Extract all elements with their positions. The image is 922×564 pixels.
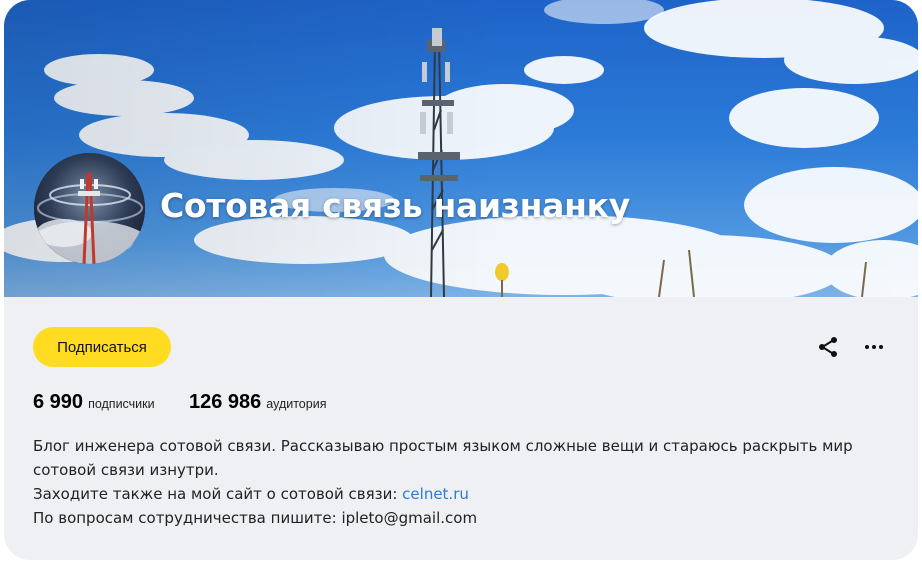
description-line-intro: Блог инженера сотовой связи. Рассказываю…: [33, 437, 853, 479]
audience-label: аудитория: [266, 397, 327, 411]
subscribe-button[interactable]: Подписаться: [33, 327, 171, 367]
audience-count: 126 986: [189, 391, 262, 413]
channel-avatar[interactable]: [34, 153, 145, 264]
more-icon: [865, 345, 883, 349]
description-line-contact: По вопросам сотрудничества пишите: iplet…: [33, 509, 478, 527]
audience-stat: 126 986 аудитория: [189, 391, 326, 414]
channel-cover-image: Сотовая связь наизнанку: [4, 0, 918, 297]
site-text: Заходите также на мой сайт о сотовой свя…: [33, 485, 403, 503]
subscribers-label: подписчики: [88, 397, 155, 411]
channel-title: Сотовая связь наизнанку: [160, 186, 630, 225]
subscribers-count: 6 990: [33, 391, 84, 413]
channel-card: Сотовая связь наизнанку Подписаться 6 99…: [4, 0, 918, 560]
description-line-site: Заходите также на мой сайт о сотовой свя…: [33, 482, 893, 506]
share-icon: [819, 337, 837, 357]
share-button[interactable]: [814, 333, 842, 361]
channel-description: Блог инженера сотовой связи. Рассказываю…: [33, 434, 893, 530]
site-link[interactable]: celnet.ru: [402, 485, 469, 503]
subscribers-stat: 6 990 подписчики: [33, 391, 155, 414]
tower-avatar-icon: [34, 153, 145, 264]
more-button[interactable]: [860, 333, 888, 361]
